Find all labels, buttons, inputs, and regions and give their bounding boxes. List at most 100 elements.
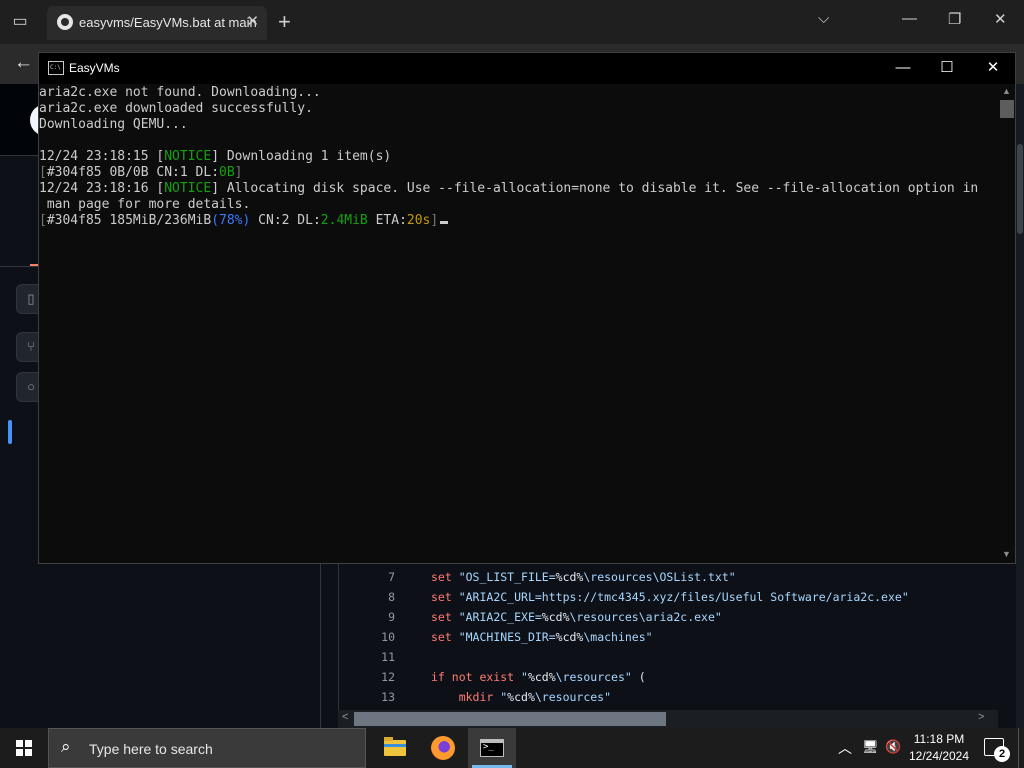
console-text-segment: #304f85 185MiB/236MiB [46,213,212,228]
line-number[interactable]: 12 [339,667,395,687]
volume-muted-icon[interactable]: 🔇 [885,739,901,768]
clock-time: 11:18 PM [913,732,965,746]
code-token: " [514,670,528,684]
line-number[interactable]: 9 [339,607,395,627]
taskbar: ⌕ Type here to search ︿ 🖥 🔇 11:18 PM 12/… [0,728,1024,768]
code-horizontal-scrollbar[interactable]: < > [338,710,998,728]
tab-actions-icon[interactable]: ▭ [8,10,32,34]
console-line: 12/24 23:18:15 [NOTICE] Downloading 1 it… [39,149,391,165]
code-source: set "MACHINES_DIR=%cd%\machines" [431,627,653,647]
console-text-segment: 12/24 23:18:16 [ [39,181,165,196]
scroll-up-icon[interactable]: ▲ [1002,86,1011,96]
console-line: man page for more details. [39,197,251,213]
code-line: 10 set "MACHINES_DIR=%cd%\machines" [339,627,652,647]
line-number[interactable]: 13 [339,687,395,707]
tab-title: easyvms/EasyVMs.bat at main [79,15,257,30]
console-text-segment: NOTICE [164,149,212,164]
taskbar-clock[interactable]: 11:18 PM 12/24/2024 [900,731,978,765]
taskbar-firefox[interactable] [419,728,467,768]
browser-minimize-button[interactable]: — [902,10,917,27]
tab-list-dropdown-icon[interactable]: ⌵ [818,10,829,27]
code-token: "MACHINES_DIR= [451,630,556,644]
network-icon[interactable]: 🖥 [862,739,879,768]
console-app-icon [48,61,64,75]
code-token: set [431,590,452,604]
console-text-segment: ETA: [367,213,407,228]
console-text-segment: 20s [406,213,431,228]
scroll-down-icon[interactable]: ▼ [1002,549,1011,559]
command-prompt-icon [480,739,504,757]
console-window[interactable]: EasyVMs — ☐ ✕ aria2c.exe not found. Down… [38,52,1016,564]
selected-file-indicator [8,420,12,444]
code-token: "ARIA2C_URL= [451,590,542,604]
scroll-left-icon[interactable]: < [342,711,348,723]
console-line: [#304f85 0B/0B CN:1 DL:0B] [39,165,243,181]
console-text-segment: ] Downloading 1 item(s) [211,149,392,164]
browser-restore-button[interactable]: ❐ [948,10,961,28]
code-token: set [431,610,452,624]
back-arrow-icon[interactable]: ← [14,52,33,74]
console-text-segment: [ [39,213,47,228]
console-text-segment: ] Allocating disk space. Use --file-allo… [211,181,979,196]
taskbar-file-explorer[interactable] [371,728,419,768]
line-number[interactable]: 8 [339,587,395,607]
taskbar-search-box[interactable]: ⌕ Type here to search [48,728,366,768]
code-token: \machines" [583,630,653,644]
code-token: \resources\aria2c.exe" [569,610,722,624]
console-text-segment: 12/24 23:18:15 [ [39,149,165,164]
code-token: %cd% [541,610,570,624]
code-token: set [431,630,452,644]
github-favicon-icon [57,14,73,30]
page-scrollbar[interactable] [1016,84,1024,728]
search-placeholder: Type here to search [89,741,213,757]
console-text-segment: CN:2 DL: [250,213,321,228]
firefox-icon [431,736,455,760]
code-line: 12 if not exist "%cd%\resources" ( [339,667,646,687]
line-number[interactable]: 11 [339,647,395,667]
code-token: \resources" [534,690,612,704]
code-token: "OS_LIST_FILE= [451,570,556,584]
notification-count-badge: 2 [994,746,1010,762]
console-minimize-button[interactable]: — [881,57,925,79]
code-token: if not exist [431,670,515,684]
console-line: [#304f85 185MiB/236MiB(78%) CN:2 DL:2.4M… [39,213,449,229]
code-token: https://tmc4345.xyz/files/Useful Softwar… [541,590,909,604]
code-source: set "ARIA2C_EXE=%cd%\resources\aria2c.ex… [431,607,722,627]
clock-date: 12/24/2024 [908,749,970,763]
console-text-segment: (78%) [211,213,251,228]
show-hidden-icons-chevron-icon[interactable]: ︿ [838,738,852,768]
console-maximize-button[interactable]: ☐ [925,57,969,79]
show-desktop-button[interactable] [1018,728,1024,768]
scroll-thumb[interactable] [354,712,666,726]
new-tab-button[interactable]: + [278,9,291,35]
line-number[interactable]: 7 [339,567,395,587]
console-scroll-thumb[interactable] [1000,100,1014,118]
console-close-button[interactable]: ✕ [971,57,1015,79]
code-token: "ARIA2C_EXE= [451,610,542,624]
code-line: 11 [339,647,395,667]
code-line: 13 mkdir "%cd%\resources" [339,687,611,707]
code-token: \resources\OSList.txt" [583,570,736,584]
code-token: %cd% [527,670,556,684]
code-token: %cd% [555,630,584,644]
search-icon: ⌕ [61,737,71,756]
active-tab-underline [30,264,38,266]
console-text-segment: NOTICE [164,181,212,196]
console-text-segment: 0B [219,165,235,180]
console-titlebar[interactable]: EasyVMs — ☐ ✕ [39,53,1015,84]
console-scrollbar[interactable]: ▲ ▼ [999,84,1015,563]
console-line: aria2c.exe not found. Downloading... [39,85,321,101]
tab-close-icon[interactable]: ✕ [246,12,259,30]
code-source: set "OS_LIST_FILE=%cd%\resources\OSList.… [431,567,736,587]
code-line: 9 set "ARIA2C_EXE=%cd%\resources\aria2c.e… [339,607,722,627]
console-text-segment: ] [430,213,439,228]
console-text-segment: [ [39,165,47,180]
browser-tab[interactable]: easyvms/EasyVMs.bat at main ✕ [47,6,267,40]
console-output[interactable]: aria2c.exe not found. Downloading... aria… [39,84,999,562]
start-button[interactable] [0,728,48,768]
taskbar-command-prompt[interactable] [468,728,516,768]
line-number[interactable]: 10 [339,627,395,647]
scroll-right-icon[interactable]: > [978,711,984,723]
browser-close-button[interactable]: ✕ [994,10,1007,28]
console-text-segment: aria2c.exe not found. Downloading... [39,85,321,100]
